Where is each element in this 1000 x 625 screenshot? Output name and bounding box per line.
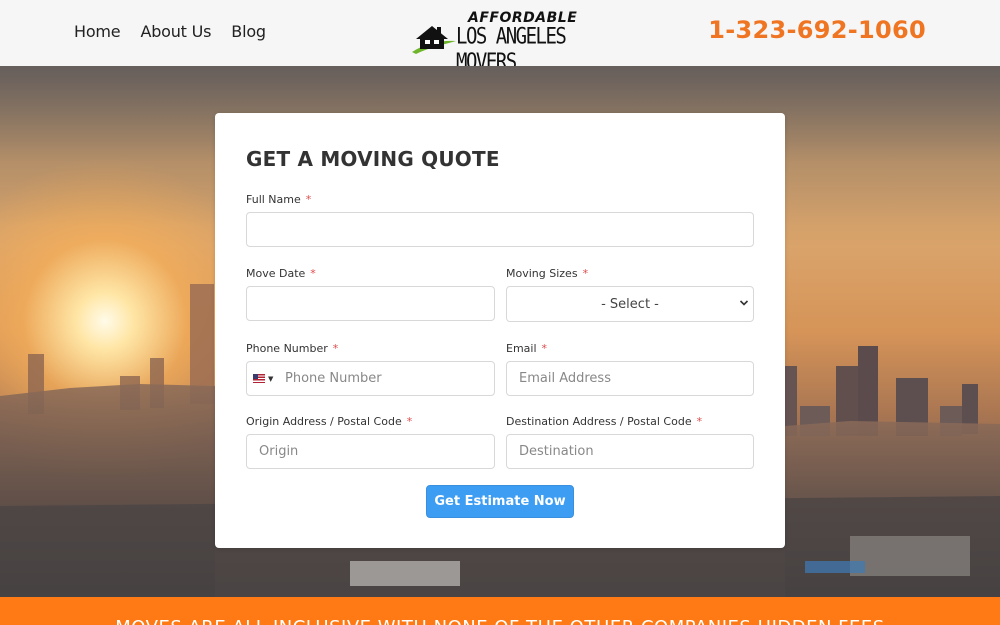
- moving-sizes-select[interactable]: - Select -: [506, 286, 754, 322]
- destination-placeholder: Destination: [519, 444, 594, 459]
- full-name-label-text: Full Name: [246, 193, 301, 206]
- phone-label: Phone Number *: [246, 342, 338, 355]
- moving-sizes-label: Moving Sizes *: [506, 267, 588, 280]
- required-mark: *: [332, 342, 339, 355]
- move-date-label: Move Date *: [246, 267, 316, 280]
- site-logo[interactable]: AFFORDABLE LOS ANGELES MOVERS: [410, 10, 595, 75]
- origin-label: Origin Address / Postal Code *: [246, 415, 412, 428]
- destination-input[interactable]: Destination: [506, 434, 754, 469]
- site-header: Home About Us Blog AFFORDABLE LOS ANGELE…: [0, 0, 1000, 75]
- required-mark: *: [582, 267, 589, 280]
- nav-home-link[interactable]: Home: [74, 22, 121, 41]
- promo-banner-text: MOVES ARE ALL-INCLUSIVE WITH NONE OF THE…: [0, 617, 1000, 625]
- country-selector[interactable]: ▼: [253, 374, 273, 383]
- required-mark: *: [541, 342, 548, 355]
- email-input[interactable]: Email Address: [506, 361, 754, 396]
- phone-placeholder: Phone Number: [285, 371, 382, 386]
- phone-number-link[interactable]: 1-323-692-1060: [708, 16, 926, 44]
- get-estimate-button[interactable]: Get Estimate Now: [426, 485, 574, 518]
- email-label: Email *: [506, 342, 547, 355]
- destination-label-text: Destination Address / Postal Code: [506, 415, 692, 428]
- required-mark: *: [696, 415, 703, 428]
- origin-placeholder: Origin: [259, 444, 299, 459]
- nav-blog-link[interactable]: Blog: [231, 22, 266, 41]
- phone-input[interactable]: ▼ Phone Number: [246, 361, 495, 396]
- required-mark: *: [305, 193, 312, 206]
- us-flag-icon: [253, 374, 265, 383]
- promo-banner: MOVES ARE ALL-INCLUSIVE WITH NONE OF THE…: [0, 597, 1000, 625]
- moving-sizes-selected: - Select -: [601, 296, 659, 312]
- required-mark: *: [406, 415, 413, 428]
- chevron-down-icon: [739, 300, 749, 306]
- email-label-text: Email: [506, 342, 537, 355]
- email-placeholder: Email Address: [519, 371, 611, 386]
- caret-down-icon: ▼: [268, 374, 274, 383]
- required-mark: *: [310, 267, 316, 280]
- full-name-input[interactable]: [246, 212, 754, 247]
- full-name-label: Full Name *: [246, 193, 311, 206]
- destination-label: Destination Address / Postal Code *: [506, 415, 702, 428]
- origin-label-text: Origin Address / Postal Code: [246, 415, 402, 428]
- phone-label-text: Phone Number: [246, 342, 328, 355]
- origin-input[interactable]: Origin: [246, 434, 495, 469]
- nav-about-link[interactable]: About Us: [140, 22, 211, 41]
- house-icon: [412, 26, 456, 54]
- move-date-input[interactable]: [246, 286, 495, 321]
- quote-form-card: GET A MOVING QUOTE Full Name * Move Date *…: [215, 113, 785, 548]
- move-date-label-text: Move Date: [246, 267, 306, 280]
- main-nav: Home About Us Blog: [74, 22, 266, 41]
- form-title: GET A MOVING QUOTE: [246, 147, 500, 171]
- moving-sizes-label-text: Moving Sizes: [506, 267, 578, 280]
